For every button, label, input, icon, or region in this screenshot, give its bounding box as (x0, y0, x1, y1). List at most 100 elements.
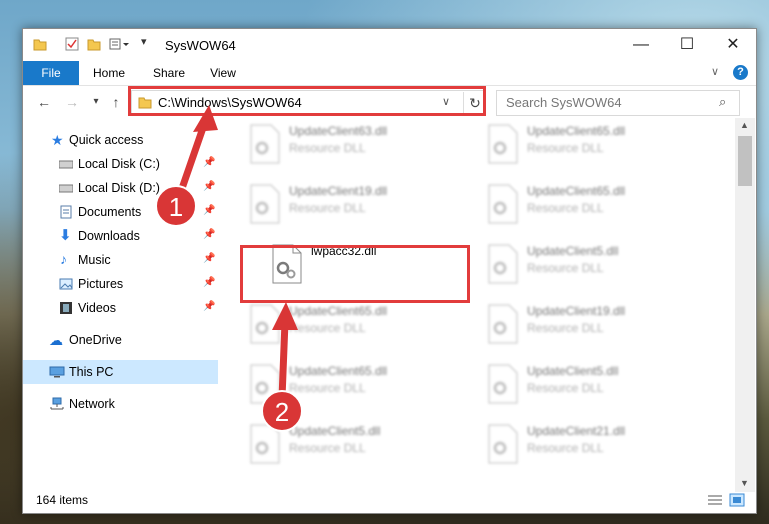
properties-icon[interactable] (65, 37, 79, 51)
cloud-icon: ☁ (49, 332, 63, 348)
pin-icon[interactable]: 📌 (203, 301, 215, 312)
sidebar-item-label: Music (78, 253, 111, 267)
sidebar-item-label: Local Disk (C:) (78, 157, 160, 171)
file-name: UpdateClient65.dll (527, 184, 626, 198)
step-badge-2: 2 (261, 390, 303, 432)
close-button[interactable]: ✕ (710, 29, 756, 61)
navigation-bar: ← → ▾ ↑ C:\Windows\SysWOW64 ∨ ↻ Search S… (23, 86, 756, 118)
file-item-lwpacc32[interactable]: lwpacc32.dll (263, 238, 493, 294)
file-name: UpdateClient5.dll (527, 364, 619, 378)
dll-file-icon (488, 244, 518, 284)
item-count: 164 items (36, 493, 89, 507)
file-type: Resource DLL (289, 141, 366, 155)
sidebar-item-videos[interactable]: Videos 📌 (23, 296, 218, 320)
file-type: Resource DLL (527, 321, 604, 335)
sidebar-item-this-pc[interactable]: This PC (23, 360, 218, 384)
new-folder-icon[interactable] (87, 37, 101, 51)
dll-file-icon (488, 124, 518, 164)
pin-icon[interactable]: 📌 (203, 277, 215, 288)
back-arrow-icon[interactable]: ← (35, 92, 53, 112)
file-item[interactable]: UpdateClient19.dll Resource DLL (241, 178, 471, 234)
dll-file-icon (488, 304, 518, 344)
file-type: Resource DLL (527, 261, 604, 275)
pin-icon[interactable]: 📌 (203, 253, 215, 264)
up-arrow-icon[interactable]: ↑ (107, 92, 125, 112)
search-box[interactable]: Search SysWOW64 ⌕ (496, 90, 740, 116)
file-name: UpdateClient19.dll (527, 304, 626, 318)
pictures-icon (59, 278, 73, 290)
tab-home[interactable]: Home (85, 61, 133, 85)
maximize-button[interactable]: ☐ (664, 29, 710, 61)
scroll-up-icon[interactable]: ▲ (740, 120, 749, 130)
downloads-icon: ⬇ (59, 227, 72, 244)
folder-icon[interactable] (33, 37, 47, 51)
file-item[interactable]: UpdateClient65.dll Resource DLL (479, 178, 709, 234)
file-type: Resource DLL (289, 441, 366, 455)
sidebar-item-label: Network (69, 397, 115, 411)
scroll-down-icon[interactable]: ▼ (740, 478, 749, 488)
file-name: lwpacc32.dll (311, 244, 377, 258)
large-icons-view-icon[interactable] (729, 493, 745, 507)
vertical-scrollbar[interactable]: ▲ ▼ (735, 118, 755, 492)
file-type: Resource DLL (289, 201, 366, 215)
documents-icon (60, 205, 72, 219)
file-type: Resource DLL (527, 381, 604, 395)
scrollbar-thumb[interactable] (738, 136, 752, 186)
file-item[interactable]: UpdateClient5.dll Resource DLL (479, 238, 709, 294)
dll-file-icon (488, 424, 518, 464)
pin-icon[interactable]: 📌 (203, 229, 215, 240)
file-name: UpdateClient19.dll (289, 184, 388, 198)
sidebar-item-label: Quick access (69, 133, 144, 147)
tab-share[interactable]: Share (145, 61, 193, 85)
sidebar-item-onedrive[interactable]: ☁ OneDrive (23, 328, 218, 352)
refresh-icon[interactable]: ↻ (463, 92, 486, 114)
forward-arrow-icon[interactable]: → (63, 92, 81, 112)
sidebar-item-downloads[interactable]: ⬇ Downloads 📌 (23, 224, 218, 248)
file-type: Resource DLL (527, 201, 604, 215)
file-name: UpdateClient65.dll (527, 124, 626, 138)
expand-ribbon-icon[interactable]: ∨ (711, 65, 719, 78)
network-icon (50, 397, 64, 410)
file-item[interactable]: UpdateClient21.dll Resource DLL (479, 418, 709, 474)
help-icon[interactable]: ? (733, 65, 748, 80)
title-bar: ▾ SysWOW64 — ☐ ✕ (23, 29, 756, 61)
file-item[interactable]: UpdateClient65.dll Resource DLL (479, 118, 709, 174)
search-input[interactable]: Search SysWOW64 (506, 95, 622, 110)
music-icon: ♪ (60, 251, 67, 267)
address-dropdown-icon[interactable]: ∨ (442, 95, 450, 108)
file-explorer-window: ▾ SysWOW64 — ☐ ✕ File Home Share View ∨ … (22, 28, 757, 514)
dll-file-icon (250, 124, 280, 164)
step-badge-1: 1 (155, 185, 197, 227)
file-name: UpdateClient63.dll (289, 124, 388, 138)
file-name: UpdateClient21.dll (527, 424, 626, 438)
tab-view[interactable]: View (199, 61, 247, 85)
minimize-button[interactable]: — (618, 29, 664, 61)
search-icon[interactable]: ⌕ (719, 94, 726, 110)
sidebar-item-label: Documents (78, 205, 142, 219)
ribbon: File Home Share View ∨ ? (23, 61, 756, 86)
file-item[interactable]: UpdateClient5.dll Resource DLL (479, 358, 709, 414)
file-item[interactable]: UpdateClient19.dll Resource DLL (479, 298, 709, 354)
dll-file-icon (488, 364, 518, 404)
dll-file-icon (272, 244, 302, 284)
file-item[interactable]: UpdateClient63.dll Resource DLL (241, 118, 471, 174)
file-name: UpdateClient5.dll (527, 244, 619, 258)
file-name: UpdateClient5.dll (289, 424, 381, 438)
tab-file[interactable]: File (23, 61, 79, 85)
customize-toolbar-icon[interactable] (109, 37, 129, 51)
file-type: Resource DLL (527, 441, 604, 455)
dropdown-arrow-icon[interactable]: ▾ (141, 35, 147, 48)
recent-locations-icon[interactable]: ▾ (87, 92, 105, 112)
drive-icon (59, 160, 73, 169)
videos-icon (60, 302, 72, 314)
sidebar-item-label: Downloads (78, 229, 140, 243)
sidebar-item-label: Local Disk (D:) (78, 181, 160, 195)
sidebar-item-label: OneDrive (69, 333, 122, 347)
file-type: Resource DLL (527, 141, 604, 155)
sidebar-item-network[interactable]: Network (23, 392, 218, 416)
sidebar-item-pictures[interactable]: Pictures 📌 (23, 272, 218, 296)
details-view-icon[interactable] (707, 494, 723, 506)
sidebar-item-music[interactable]: ♪ Music 📌 (23, 248, 218, 272)
computer-icon (49, 366, 65, 378)
dll-file-icon (488, 184, 518, 224)
